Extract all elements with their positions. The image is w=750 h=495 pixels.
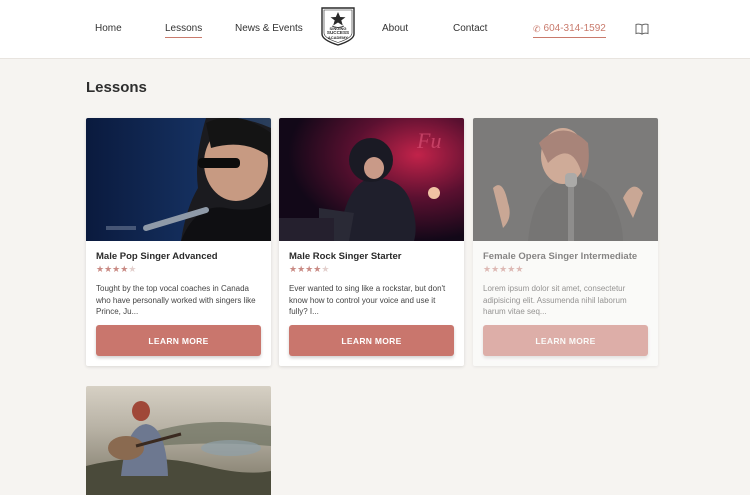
star-icon: ★: [96, 264, 105, 274]
page-title: Lessons: [86, 79, 147, 96]
lesson-image-male-rock: Fu: [279, 118, 464, 241]
nav-phone[interactable]: ✆ 604-314-1592: [533, 22, 606, 38]
nav-about[interactable]: About: [382, 22, 408, 36]
nav-home[interactable]: Home: [95, 22, 122, 36]
svg-text:Fu: Fu: [416, 128, 441, 153]
star-icon: ★: [297, 264, 306, 274]
lesson-image-male-pop: [86, 118, 271, 241]
learn-more-button[interactable]: LEARN MORE: [483, 325, 648, 356]
logo-line-3: ACADEMY: [327, 35, 349, 40]
rating-stars: ★★★★★: [289, 264, 329, 274]
nav-news-events[interactable]: News & Events: [235, 22, 303, 36]
star-icon: ★: [104, 264, 113, 274]
site-logo[interactable]: SINGING SUCCESS ACADEMY: [320, 6, 356, 47]
lesson-description: Ever wanted to sing like a rockstar, but…: [289, 284, 446, 316]
lesson-image-guitar: [86, 386, 271, 495]
star-empty-icon: ★: [321, 264, 330, 274]
lesson-title: Male Pop Singer Advanced: [96, 251, 218, 262]
lesson-image-female-opera: [473, 118, 658, 241]
star-icon: ★: [289, 264, 298, 274]
star-icon: ★: [483, 264, 492, 274]
lesson-card[interactable]: [86, 386, 271, 495]
learn-more-button[interactable]: LEARN MORE: [96, 325, 261, 356]
phone-icon: ✆: [533, 24, 541, 34]
lesson-card[interactable]: Fu Male Rock Singer Starter ★★★★★ Ever w…: [279, 118, 464, 366]
lesson-title: Female Opera Singer Intermediate: [483, 251, 638, 262]
learn-more-button[interactable]: LEARN MORE: [289, 325, 454, 356]
star-empty-icon: ★: [128, 264, 137, 274]
nav-contact[interactable]: Contact: [453, 22, 487, 36]
rating-stars: ★★★★★: [96, 264, 136, 274]
phone-number: 604-314-1592: [543, 23, 606, 34]
book-icon[interactable]: [635, 22, 649, 35]
lesson-description: Lorem ipsum dolor sit amet, consectetur …: [483, 284, 627, 316]
lesson-card[interactable]: Female Opera Singer Intermediate ★★★★★ L…: [473, 118, 658, 366]
lesson-title: Male Rock Singer Starter: [289, 251, 402, 262]
star-icon: ★: [515, 264, 524, 274]
site-header: Home Lessons News & Events SINGING SUCCE…: [0, 0, 750, 59]
star-icon: ★: [491, 264, 500, 274]
rating-stars: ★★★★★: [483, 264, 523, 274]
lesson-description: Tought by the top vocal coaches in Canad…: [96, 284, 256, 316]
lesson-card[interactable]: Male Pop Singer Advanced ★★★★★ Tought by…: [86, 118, 271, 366]
nav-lessons[interactable]: Lessons: [165, 22, 203, 38]
